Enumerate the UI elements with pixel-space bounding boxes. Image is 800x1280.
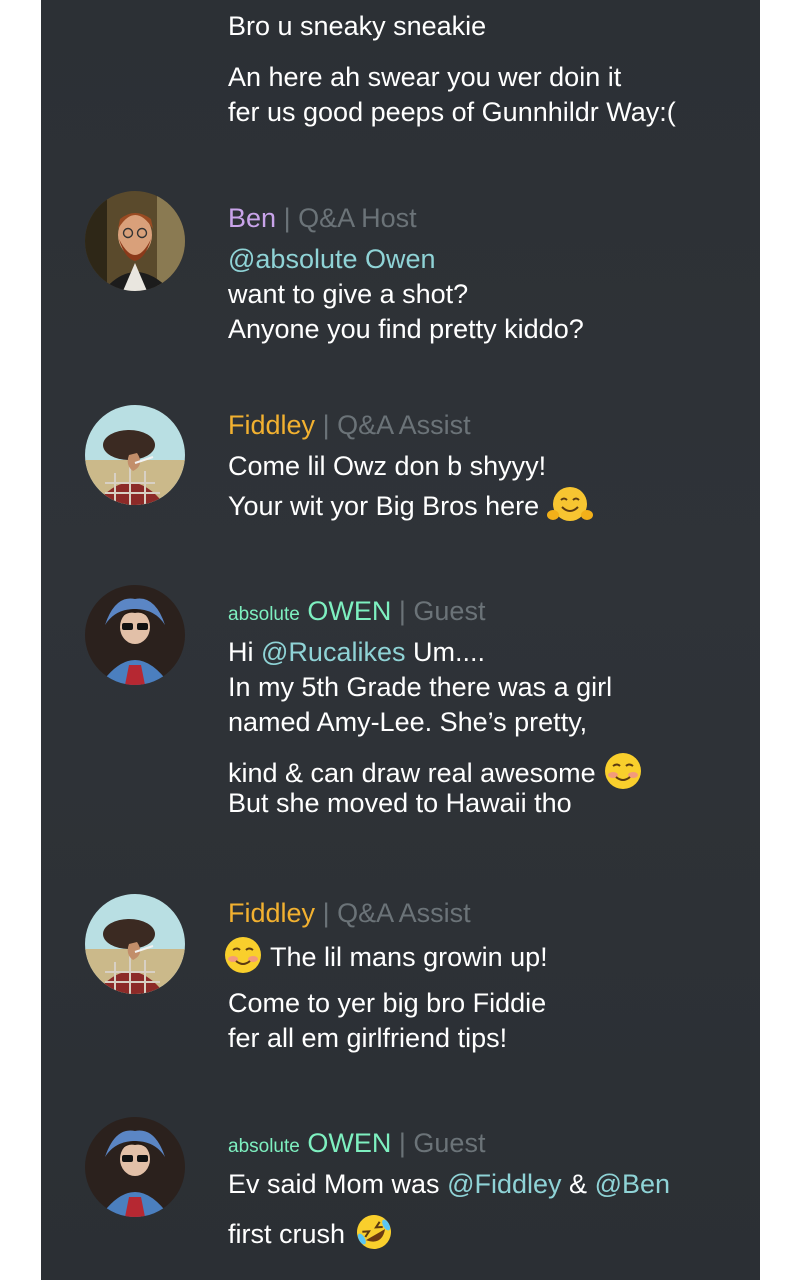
author-role: Guest — [413, 1128, 486, 1158]
hugging-face-emoji — [546, 484, 593, 532]
message-line: first crush — [228, 1212, 395, 1260]
author-role: Q&A Host — [298, 203, 417, 233]
role-separator: | — [398, 1128, 406, 1158]
author-name[interactable]: Fiddley — [228, 898, 315, 928]
message-text: In my 5th Grade there was a girl — [228, 672, 613, 702]
message-line: Ev said Mom was @Fiddley & @Ben — [228, 1167, 670, 1201]
message-text: first crush — [228, 1219, 346, 1250]
message-text: Ev said Mom was — [228, 1169, 440, 1199]
rolling-laughing-emoji — [353, 1212, 395, 1260]
message-line: Hi @Rucalikes Um.... — [228, 635, 485, 669]
role-separator: | — [322, 410, 330, 440]
message-text: But she moved to Hawaii tho — [228, 788, 572, 818]
message-text: named Amy-Lee. She’s pretty, — [228, 707, 588, 737]
chat-panel: Bro u sneaky sneakie An here ah swear yo… — [41, 0, 760, 1280]
author-name[interactable]: OWEN — [307, 596, 391, 626]
message-text: Bro u sneaky sneakie — [228, 11, 487, 41]
ben-avatar[interactable] — [85, 191, 185, 291]
message-text: The lil mans growin up! — [270, 942, 548, 973]
role-separator: | — [322, 898, 330, 928]
message-text: want to give a shot? — [228, 279, 469, 309]
mention-link[interactable]: @Rucalikes — [261, 637, 405, 667]
author-name[interactable]: Ben — [228, 203, 276, 233]
message-header: absolute OWEN | Guest — [228, 594, 485, 632]
author-role: Q&A Assist — [337, 410, 471, 440]
message-text: fer us good peeps of Gunnhildr Way:( — [228, 97, 676, 127]
message-line: Your wit yor Big Bros here — [228, 484, 593, 532]
owen-avatar[interactable] — [85, 585, 185, 685]
fiddley-avatar[interactable] — [85, 405, 185, 505]
message-text: & — [569, 1169, 588, 1199]
message-text: An here ah swear you wer doin it — [228, 62, 622, 92]
fiddley-avatar[interactable] — [85, 894, 185, 994]
message-text: Um.... — [412, 637, 485, 667]
author-prefix: absolute — [228, 1136, 300, 1157]
message-text: Your wit yor Big Bros here — [228, 491, 540, 522]
message-text: Anyone you find pretty kiddo? — [228, 314, 584, 344]
role-separator: | — [398, 596, 406, 626]
author-role: Guest — [413, 596, 486, 626]
owen-avatar[interactable] — [85, 1117, 185, 1217]
message-header: absolute OWEN | Guest — [228, 1126, 485, 1164]
message-header: Ben | Q&A Host — [228, 201, 417, 235]
author-name[interactable]: OWEN — [307, 1128, 391, 1158]
message-line: The lil mans growin up! — [223, 935, 548, 983]
message-header: Fiddley | Q&A Assist — [228, 896, 471, 930]
message-text: fer all em girlfriend tips! — [228, 1023, 508, 1053]
role-separator: | — [283, 203, 291, 233]
smiling-blush-emoji — [223, 935, 263, 983]
message-header: Fiddley | Q&A Assist — [228, 408, 471, 442]
message-text: Hi — [228, 637, 254, 667]
message-text: Come lil Owz don b shyyy! — [228, 451, 547, 481]
message-text: kind & can draw real awesome — [228, 758, 596, 789]
message-text: Come to yer big bro Fiddie — [228, 988, 547, 1018]
mention-link[interactable]: @absolute Owen — [228, 242, 436, 276]
mention-link[interactable]: @Fiddley — [447, 1169, 561, 1199]
author-prefix: absolute — [228, 604, 300, 625]
mention-link[interactable]: @Ben — [595, 1169, 670, 1199]
smiling-blush-emoji — [603, 751, 643, 799]
author-role: Q&A Assist — [337, 898, 471, 928]
author-name[interactable]: Fiddley — [228, 410, 315, 440]
